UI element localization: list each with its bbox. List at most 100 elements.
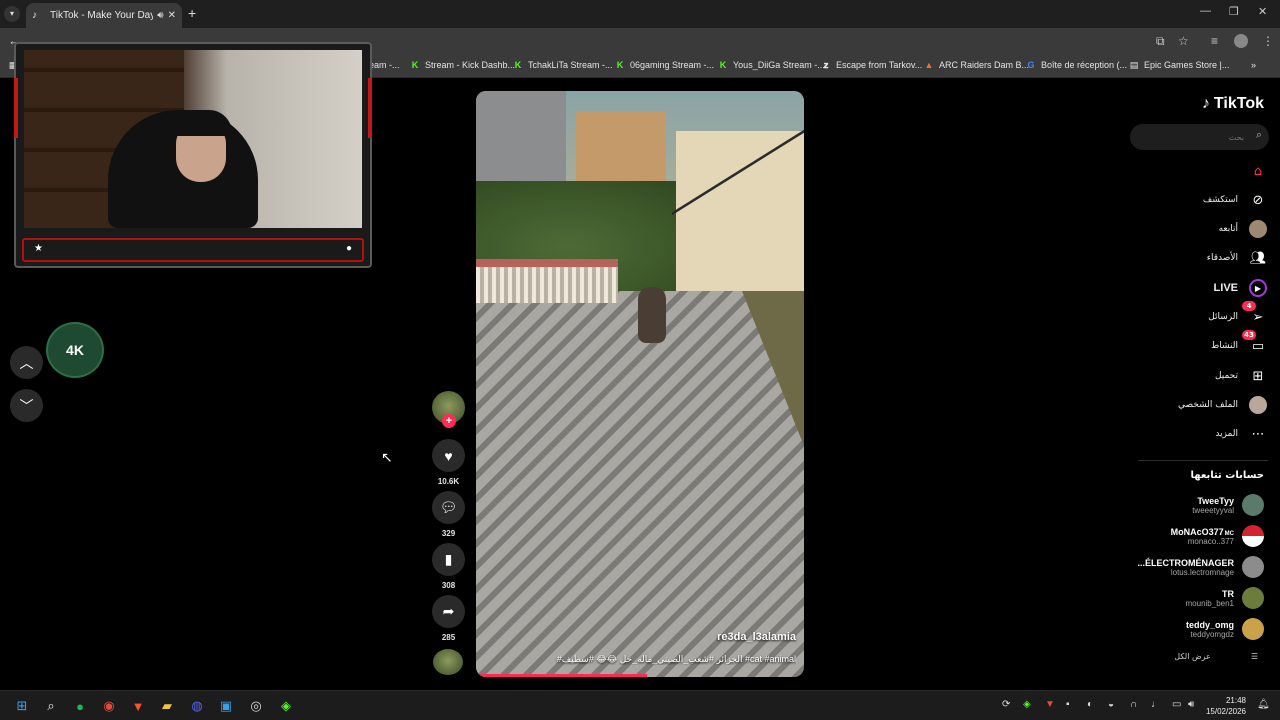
tray-kick-icon[interactable]: ◈ bbox=[1023, 699, 1031, 710]
browser-tab[interactable]: ♪ TikTok - Make Your Day 🔊︎ ✕ bbox=[26, 3, 182, 28]
menu-icon[interactable]: ⋮ bbox=[1262, 34, 1274, 48]
friends-icon: 👥︎ bbox=[1249, 250, 1267, 266]
account-avatar bbox=[1242, 525, 1264, 547]
photos-icon[interactable]: ▣ bbox=[216, 696, 236, 716]
notification-bell-icon[interactable]: 🔔︎ bbox=[1257, 699, 1270, 710]
volume-icon[interactable]: 🔊︎ bbox=[1188, 699, 1194, 710]
tiktok-logo[interactable]: ♪ TikTok bbox=[1202, 95, 1264, 113]
video-scene-fence-top bbox=[476, 259, 618, 267]
comment-icon: 💬︎ bbox=[439, 499, 458, 515]
following-account[interactable]: teddy_omg teddyomgdz bbox=[1186, 616, 1264, 642]
system-clock[interactable]: 21:48 15/02/2026 bbox=[1206, 695, 1246, 717]
following-account[interactable]: TweeTyy tweeetyyval bbox=[1192, 492, 1264, 518]
restore-button[interactable]: ❐ bbox=[1229, 5, 1239, 18]
sidebar-item-friends[interactable]: الأصدقاء 👥︎ bbox=[1207, 247, 1268, 269]
video-scene-pavement bbox=[476, 291, 804, 677]
video-caption: #الجزائر #شعب_الصيني_ماله_حل 😂😂 #سطيف #c… bbox=[556, 654, 796, 664]
video-progress-bar[interactable] bbox=[476, 674, 647, 677]
obs-icon[interactable]: ◎ bbox=[246, 696, 266, 716]
bookmark-item[interactable]: ▤ Epic Games Store |... bbox=[1129, 60, 1230, 70]
bookmark-item[interactable]: K TchakLiTa Stream -... bbox=[513, 60, 613, 70]
install-app-icon[interactable]: ⧉ bbox=[1156, 34, 1165, 49]
tarkov-icon: 𝐳 bbox=[823, 60, 829, 70]
microphone-icon[interactable]: ♩ bbox=[1151, 699, 1161, 710]
sound-disc-avatar[interactable] bbox=[433, 649, 463, 675]
tiktok-note-icon: ♪ bbox=[1201, 95, 1210, 112]
star-icon: ★ bbox=[34, 243, 43, 254]
tray-app-icon[interactable]: ▼ bbox=[1045, 699, 1055, 710]
previous-video-button[interactable]: ︿ bbox=[10, 346, 43, 379]
see-all-link[interactable]: عرض الكل ☰ bbox=[1174, 652, 1258, 661]
tray-app-icon[interactable]: ◐ bbox=[1087, 699, 1093, 710]
sidebar-item-home[interactable]: ⌂ bbox=[1238, 160, 1268, 182]
comment-count: 329 bbox=[441, 529, 456, 538]
following-account[interactable]: TR mounib_ben1 bbox=[1186, 585, 1264, 611]
bookmark-item[interactable]: ▲ ARC Raiders Dam B... bbox=[924, 60, 1030, 70]
minimize-button[interactable]: — bbox=[1200, 5, 1211, 17]
speaker-icon[interactable]: 🔊︎ bbox=[157, 10, 163, 21]
google-icon: G bbox=[1027, 60, 1035, 70]
follow-plus-icon[interactable]: + bbox=[442, 414, 456, 428]
bookmark-icon: ▮ bbox=[444, 551, 453, 567]
chrome-icon[interactable]: ◉ bbox=[99, 696, 119, 716]
sidebar-item-more[interactable]: المزيد ⋯ bbox=[1215, 423, 1268, 445]
video-player[interactable]: re3da_l3alamia #الجزائر #شعب_الصيني_ماله… bbox=[476, 91, 804, 677]
stream-logo: 4K bbox=[46, 322, 104, 378]
close-window-button[interactable]: ✕ bbox=[1258, 5, 1267, 18]
bookmark-item[interactable]: G Boîte de réception (... bbox=[1026, 60, 1127, 70]
video-author[interactable]: re3da_l3alamia bbox=[717, 631, 796, 643]
windows-start-icon[interactable]: ⊞ bbox=[12, 696, 32, 716]
search-box[interactable]: ⌕ bbox=[1130, 124, 1269, 150]
bookmark-item[interactable]: K 06gaming Stream -... bbox=[615, 60, 714, 70]
search-taskbar-icon[interactable]: ⌕ bbox=[41, 696, 61, 716]
profile-avatar[interactable] bbox=[1234, 34, 1248, 48]
brave-icon[interactable]: ▼ bbox=[128, 696, 148, 716]
bookmark-star-icon[interactable]: ☆ bbox=[1178, 34, 1189, 48]
following-account[interactable]: MoNAcO377MC monaco..377 bbox=[1171, 523, 1264, 549]
share-button[interactable]: ➦ bbox=[432, 595, 465, 628]
tab-search-button[interactable]: ▾ bbox=[4, 6, 20, 22]
discord-icon[interactable]: ◍ bbox=[187, 696, 207, 716]
kick-icon: K bbox=[514, 60, 522, 70]
bookmark-item[interactable]: K Yous_DiiGa Stream -... bbox=[718, 60, 825, 70]
like-count: 10.6K bbox=[437, 477, 460, 486]
profile-avatar-icon bbox=[1248, 395, 1268, 415]
sidebar-item-live[interactable]: LIVE ▶ bbox=[1214, 277, 1268, 299]
save-button[interactable]: ▮ bbox=[432, 543, 465, 576]
bookmark-item[interactable]: K Stream - Kick Dashb... bbox=[410, 60, 515, 70]
network-icon[interactable]: ▭ bbox=[1172, 699, 1181, 710]
save-count: 308 bbox=[441, 581, 456, 590]
headset-icon[interactable]: ∩ bbox=[1130, 699, 1137, 710]
like-button[interactable]: ♥ bbox=[432, 439, 465, 472]
sidebar-item-activity[interactable]: النشاط ▭ 43 bbox=[1211, 330, 1268, 357]
kick-app-icon[interactable]: ◈ bbox=[276, 696, 296, 716]
tiktok-favicon-icon: ♪ bbox=[32, 9, 37, 21]
sidebar-item-profile[interactable]: الملف الشخصي bbox=[1178, 394, 1268, 416]
next-video-button[interactable]: ﹀ bbox=[10, 389, 43, 422]
tray-app-icon[interactable]: ▪ bbox=[1066, 699, 1070, 710]
search-icon[interactable]: ⌕ bbox=[1256, 129, 1262, 142]
sidebar-item-explore[interactable]: استكشف ⊘ bbox=[1203, 189, 1268, 211]
sidebar-item-messages[interactable]: الرسائل ➢ 4 bbox=[1208, 301, 1268, 328]
share-count: 285 bbox=[441, 633, 456, 642]
activity-badge: 43 bbox=[1242, 330, 1256, 340]
media-control-icon[interactable]: ≡ bbox=[1211, 34, 1218, 48]
new-tab-button[interactable]: + bbox=[188, 5, 196, 21]
file-explorer-icon[interactable]: ▰ bbox=[157, 696, 177, 716]
steam-icon[interactable]: ◒ bbox=[1108, 699, 1114, 710]
comment-button[interactable]: 💬︎ bbox=[432, 491, 465, 524]
search-input[interactable] bbox=[1140, 129, 1244, 145]
sidebar-item-upload[interactable]: تحميل ⊞ bbox=[1215, 365, 1268, 387]
sidebar-item-following[interactable]: أتابعه bbox=[1219, 218, 1268, 240]
messages-badge: 4 bbox=[1242, 301, 1256, 311]
compass-icon: ⊘ bbox=[1252, 192, 1264, 208]
tray-app-icon[interactable]: ⟳ bbox=[1002, 699, 1010, 710]
bookmark-item[interactable]: 𝐳 Escape from Tarkov... bbox=[821, 60, 923, 70]
following-account[interactable]: ...ÉLECTROMÉNAGER lotus.lectromnage bbox=[1137, 554, 1264, 580]
kick-icon: K bbox=[616, 60, 624, 70]
close-tab-icon[interactable]: ✕ bbox=[168, 10, 176, 21]
spotify-icon[interactable]: ● bbox=[70, 696, 90, 716]
account-avatar bbox=[1242, 556, 1264, 578]
more-bookmarks-icon[interactable]: » bbox=[1251, 60, 1256, 70]
avatar-icon bbox=[1248, 219, 1268, 239]
